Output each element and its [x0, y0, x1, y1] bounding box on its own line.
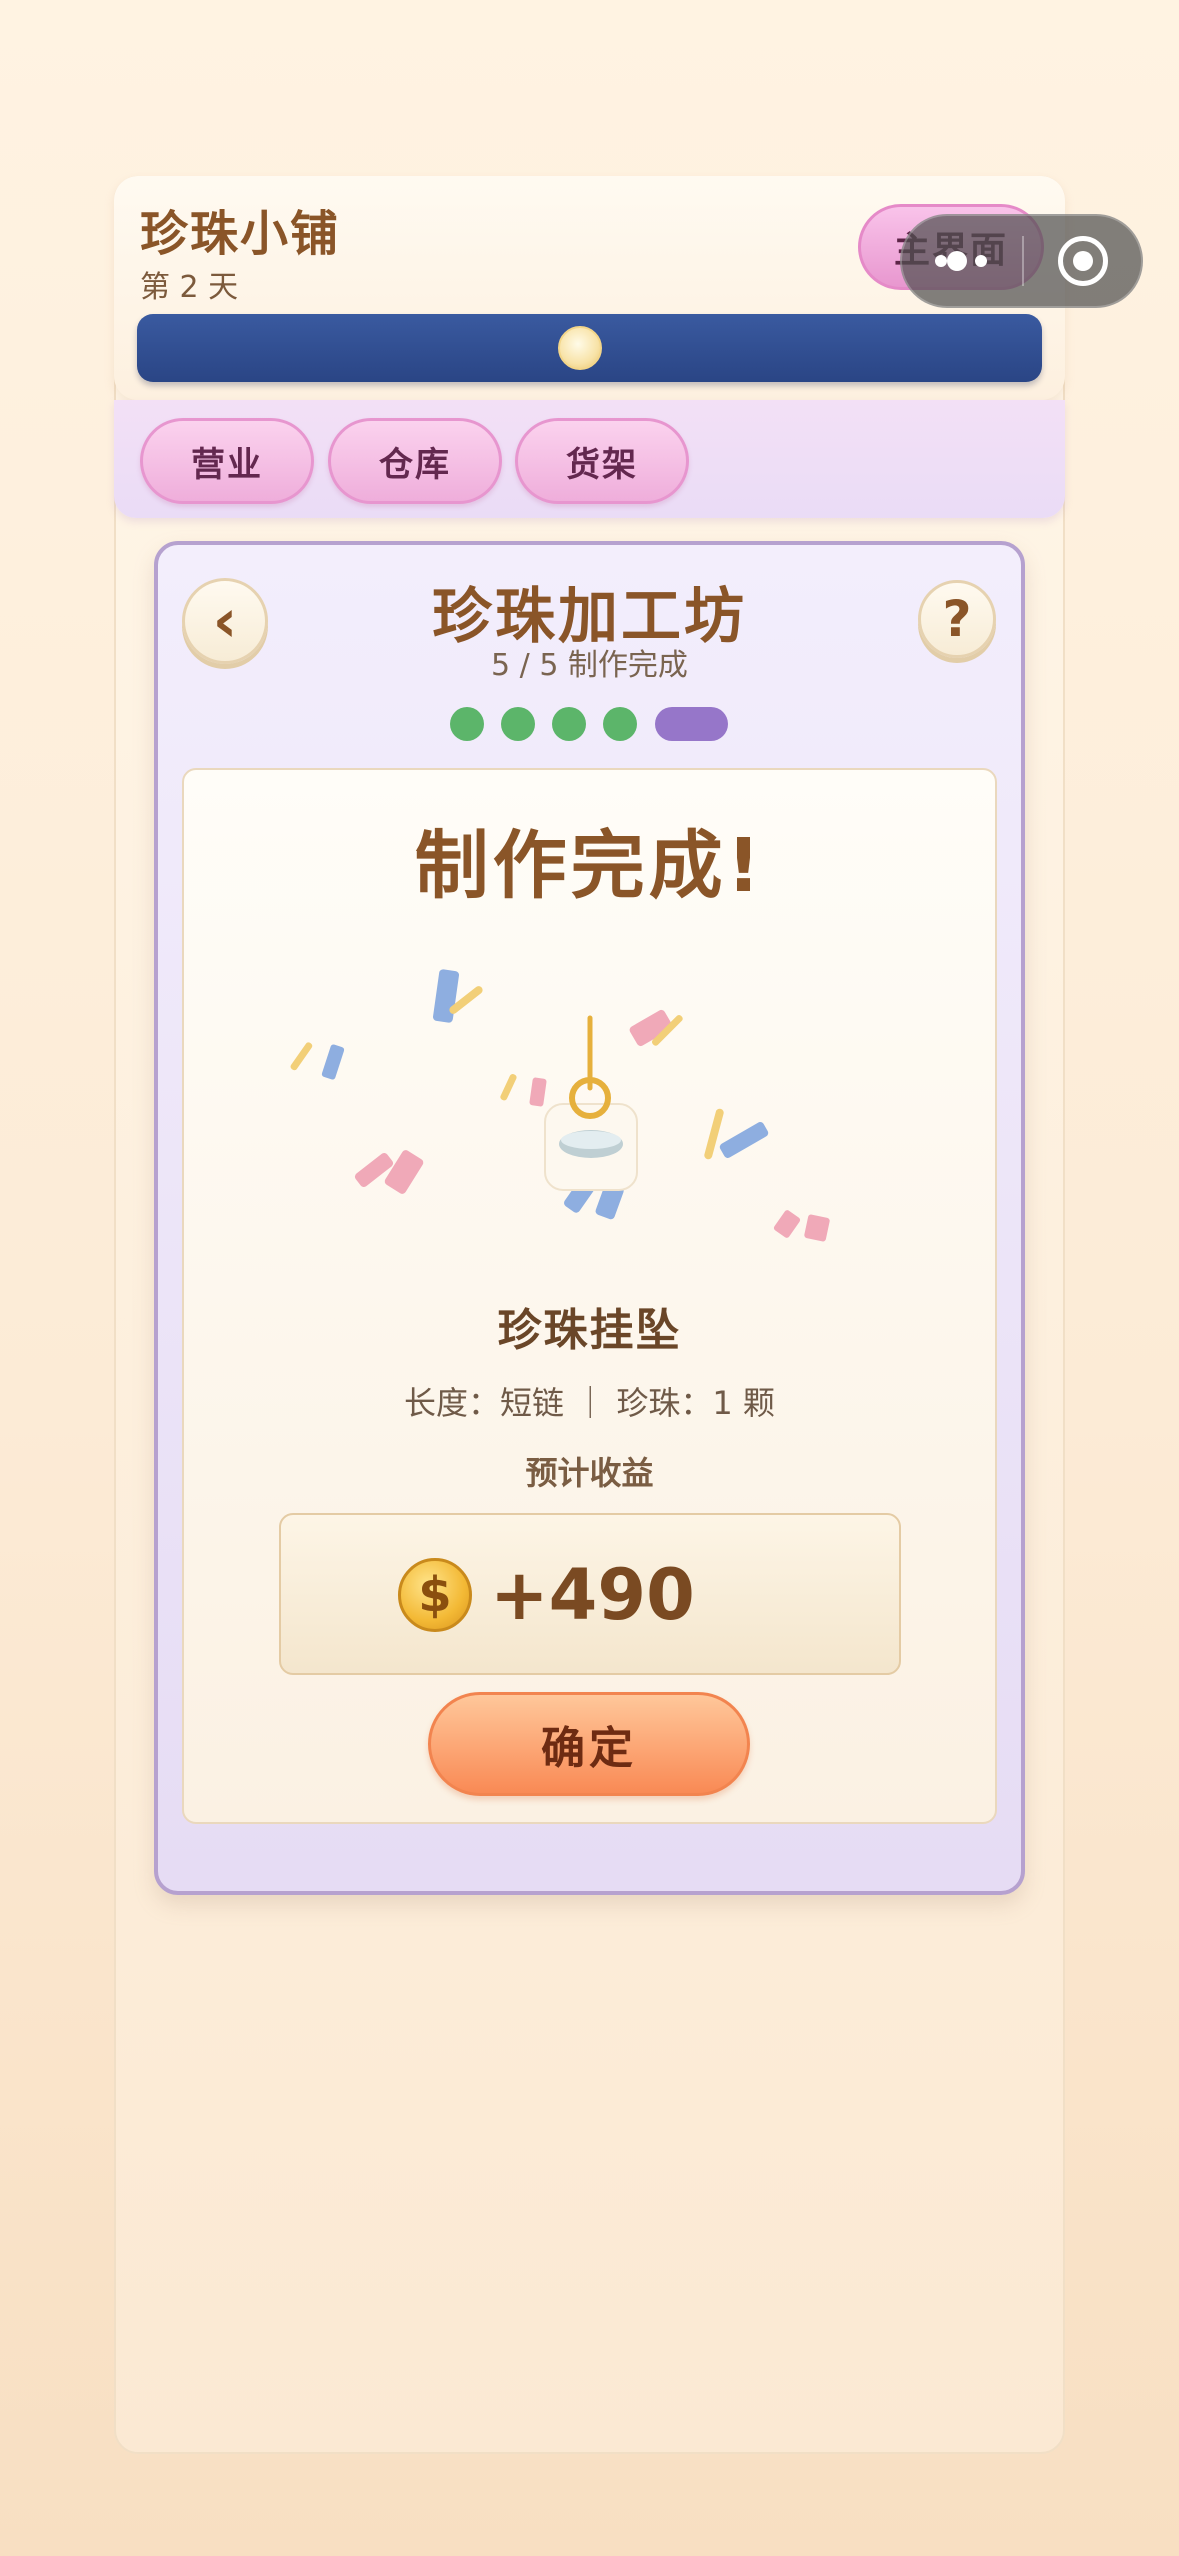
- tab-business[interactable]: 营业: [140, 418, 314, 504]
- tab-shelf[interactable]: 货架: [515, 418, 689, 504]
- step-dot-current: [655, 707, 728, 741]
- step-dot-3: [552, 707, 586, 741]
- day-counter: 第 2 天: [140, 270, 239, 305]
- item-spec: 长度：短链 ｜ 珍珠：1 颗: [404, 1384, 775, 1422]
- shop-title: 珍珠小铺: [140, 206, 341, 262]
- completion-headline: 制作完成!: [414, 823, 765, 909]
- income-value: +490: [490, 1554, 695, 1636]
- step-status: 5 / 5 制作完成: [491, 648, 688, 683]
- more-options-icon[interactable]: [935, 246, 1025, 276]
- step-dot-1: [450, 707, 484, 741]
- coin-icon: $: [398, 1558, 472, 1632]
- step-dot-4: [603, 707, 637, 741]
- close-miniprogram-icon[interactable]: [1058, 236, 1108, 286]
- step-dot-2: [501, 707, 535, 741]
- income-label: 预计收益: [525, 1454, 654, 1492]
- capsule-divider: [1022, 236, 1024, 286]
- confirm-button[interactable]: 确定: [428, 1692, 750, 1796]
- tab-warehouse[interactable]: 仓库: [328, 418, 502, 504]
- item-name: 珍珠挂坠: [497, 1305, 682, 1356]
